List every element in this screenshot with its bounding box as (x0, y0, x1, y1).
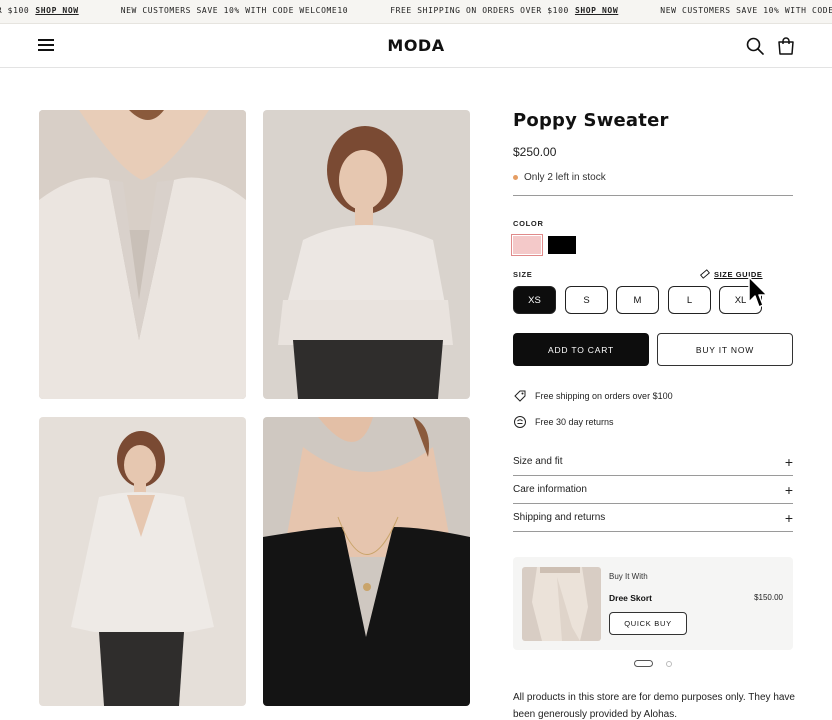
size-option-m[interactable]: M (616, 286, 659, 314)
returns-icon (514, 416, 526, 428)
announcement-item: NEW CUSTOMERS SAVE 10% WITH CODE WELCO (660, 6, 832, 15)
store-logo[interactable]: MODA (0, 36, 832, 55)
announcement-text: VER $100 (0, 6, 30, 15)
size-guide-label: SIZE GUIDE (714, 269, 763, 279)
color-swatch-pink[interactable] (511, 234, 543, 256)
upsell-product-image[interactable] (522, 567, 601, 641)
product-title: Poppy Sweater (513, 110, 669, 131)
feature-text: Free 30 day returns (535, 417, 614, 427)
search-icon[interactable] (745, 36, 765, 56)
product-image-4[interactable] (263, 417, 470, 706)
size-option-xs[interactable]: XS (513, 286, 556, 314)
announcement-track: VER $100 SHOP NOW NEW CUSTOMERS SAVE 10%… (0, 6, 832, 15)
upsell-product-name[interactable]: Dree Skort (609, 593, 652, 603)
carousel-pagination (634, 660, 672, 667)
demo-disclaimer: All products in this store are for demo … (513, 692, 795, 720)
size-guide-link[interactable]: SIZE GUIDE (700, 269, 763, 279)
upsell-eyebrow: Buy It With (609, 572, 648, 581)
announcement-bar: VER $100 SHOP NOW NEW CUSTOMERS SAVE 10%… (0, 0, 832, 24)
accordion-size-and-fit[interactable]: Size and fit + (513, 448, 793, 476)
color-swatch-black[interactable] (548, 236, 576, 254)
size-option-l[interactable]: L (668, 286, 711, 314)
announcement-item: FREE SHIPPING ON ORDERS OVER $100 SHOP N… (390, 6, 618, 15)
size-option-xl[interactable]: XL (719, 286, 762, 314)
product-price: $250.00 (513, 145, 557, 159)
plus-icon: + (784, 509, 793, 526)
stock-text: Only 2 left in stock (524, 172, 606, 183)
ruler-icon (700, 269, 710, 279)
upsell-product-price: $150.00 (754, 593, 783, 602)
plus-icon: + (784, 453, 793, 470)
accordion-care-information[interactable]: Care information + (513, 476, 793, 504)
add-to-cart-button[interactable]: ADD TO CART (513, 333, 649, 366)
buy-it-now-button[interactable]: BUY IT NOW (657, 333, 793, 366)
product-image-1[interactable] (39, 110, 246, 399)
size-option-s[interactable]: S (565, 286, 608, 314)
announcement-item: NEW CUSTOMERS SAVE 10% WITH CODE WELCOME… (121, 6, 349, 15)
announcement-text: FREE SHIPPING ON ORDERS OVER $100 (390, 6, 569, 15)
size-label: SIZE (513, 270, 533, 279)
shipping-tag-icon (514, 390, 526, 402)
product-image-3[interactable] (39, 417, 246, 706)
feature-text: Free shipping on orders over $100 (535, 391, 673, 401)
shop-now-link[interactable]: SHOP NOW (575, 6, 618, 15)
accordion-label: Care information (513, 484, 587, 495)
bag-icon[interactable] (776, 36, 796, 56)
upsell-card: Buy It With Dree Skort $150.00 QUICK BUY (513, 557, 793, 650)
stock-status: Only 2 left in stock (513, 172, 606, 183)
site-header: MODA (0, 24, 832, 68)
stock-dot-icon (513, 175, 518, 180)
accordion-shipping-and-returns[interactable]: Shipping and returns + (513, 504, 793, 532)
plus-icon: + (784, 481, 793, 498)
shop-now-link[interactable]: SHOP NOW (35, 6, 78, 15)
feature-returns: Free 30 day returns (513, 415, 614, 429)
product-image-2[interactable] (263, 110, 470, 399)
announcement-text: NEW CUSTOMERS SAVE 10% WITH CODE WELCOME… (120, 6, 349, 15)
feature-shipping: Free shipping on orders over $100 (513, 389, 673, 403)
quick-buy-button[interactable]: QUICK BUY (609, 612, 687, 635)
accordion-label: Shipping and returns (513, 512, 606, 523)
color-label: COLOR (513, 219, 544, 228)
announcement-item: VER $100 SHOP NOW (0, 6, 79, 15)
accordion-label: Size and fit (513, 456, 563, 467)
announcement-text: NEW CUSTOMERS SAVE 10% WITH CODE WELCO (660, 6, 832, 15)
carousel-dot-active[interactable] (634, 660, 653, 667)
carousel-dot[interactable] (666, 660, 672, 667)
divider (513, 195, 793, 196)
